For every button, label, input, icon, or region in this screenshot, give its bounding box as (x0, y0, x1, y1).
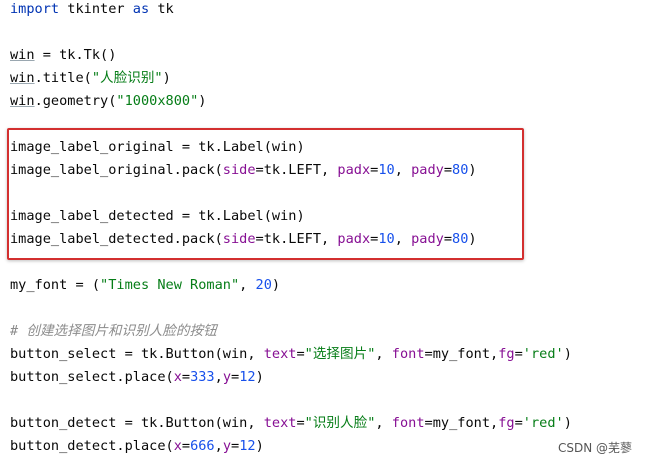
code-text: ) (255, 369, 264, 385)
string-literal: "Times New Roman" (100, 277, 240, 293)
number-literal: 20 (255, 277, 272, 293)
code-line-5: win.geometry("1000x800") (10, 90, 206, 113)
keyword-as: as (132, 1, 150, 17)
code-text: = (296, 415, 305, 431)
param-text: text (263, 346, 297, 362)
code-text: tk (149, 1, 174, 17)
code-text: button_select.place( (10, 369, 174, 385)
code-text: my_font = ( (10, 277, 101, 293)
comment-hash: # (10, 323, 27, 339)
code-text: , (214, 369, 223, 385)
param-fg: fg (498, 415, 515, 431)
string-literal: "人脸识别" (91, 70, 163, 86)
code-text: = (181, 369, 191, 385)
code-line-3: win = tk.Tk() (10, 44, 116, 67)
param-y: y (222, 438, 231, 454)
code-text: button_detect.place( (10, 438, 174, 454)
code-text: ) (255, 438, 264, 454)
code-text: ) (563, 415, 572, 431)
string-literal: "选择图片" (304, 346, 376, 362)
param-x: x (173, 369, 182, 385)
string-literal: "1000x800" (116, 93, 199, 109)
string-literal: "识别人脸" (304, 415, 376, 431)
code-text: tkinter (59, 1, 133, 17)
code-line-4: win.title("人脸识别") (10, 67, 171, 90)
code-text: ) (162, 70, 171, 86)
number-literal: 666 (190, 438, 215, 454)
code-text: = (181, 438, 191, 454)
highlight-box (7, 128, 524, 260)
code-text: ) (271, 277, 281, 293)
param-y: y (222, 369, 231, 385)
code-line-19: button_detect = tk.Button(win, text="识别人… (10, 412, 572, 435)
code-text: button_select = tk.Button(win, (10, 346, 264, 362)
code-text: =my_font, (424, 346, 499, 362)
code-line-15: # 创建选择图片和识别人脸的按钮 (10, 320, 217, 343)
code-line-13: my_font = ("Times New Roman", 20) (10, 274, 280, 297)
code-text: = (231, 369, 240, 385)
number-literal: 12 (239, 438, 256, 454)
code-text: = (296, 346, 305, 362)
code-line-20: button_detect.place(x=666,y=12) (10, 435, 264, 458)
string-literal: 'red' (522, 415, 564, 431)
param-font: font (391, 346, 425, 362)
string-literal: 'red' (522, 346, 564, 362)
code-text: ) (563, 346, 572, 362)
code-text: = tk.Tk() (34, 47, 117, 63)
code-text: = (514, 415, 523, 431)
identifier-win: win (10, 47, 35, 63)
code-text: ) (198, 93, 207, 109)
param-x: x (173, 438, 182, 454)
identifier-win: win (10, 93, 35, 109)
keyword-import: import (10, 1, 60, 17)
code-text: , (239, 277, 256, 293)
code-line-17: button_select.place(x=333,y=12) (10, 366, 264, 389)
code-text: = (231, 438, 240, 454)
watermark: CSDN @芜蓼 (557, 441, 632, 455)
code-text: .geometry( (34, 93, 117, 109)
param-text: text (263, 415, 297, 431)
code-text: = (514, 346, 523, 362)
number-literal: 333 (190, 369, 215, 385)
code-text: button_detect = tk.Button(win, (10, 415, 264, 431)
comment-text: 创建选择图片和识别人脸的按钮 (26, 323, 217, 339)
code-text: =my_font, (424, 415, 499, 431)
code-line-1: import tkinter as tk (10, 0, 174, 21)
code-line-16: button_select = tk.Button(win, text="选择图… (10, 343, 572, 366)
param-font: font (391, 415, 425, 431)
code-text: .title( (34, 70, 92, 86)
identifier-win: win (10, 70, 35, 86)
code-text: , (375, 415, 392, 431)
number-literal: 12 (239, 369, 256, 385)
code-text: , (375, 346, 392, 362)
param-fg: fg (498, 346, 515, 362)
code-text: , (214, 438, 223, 454)
